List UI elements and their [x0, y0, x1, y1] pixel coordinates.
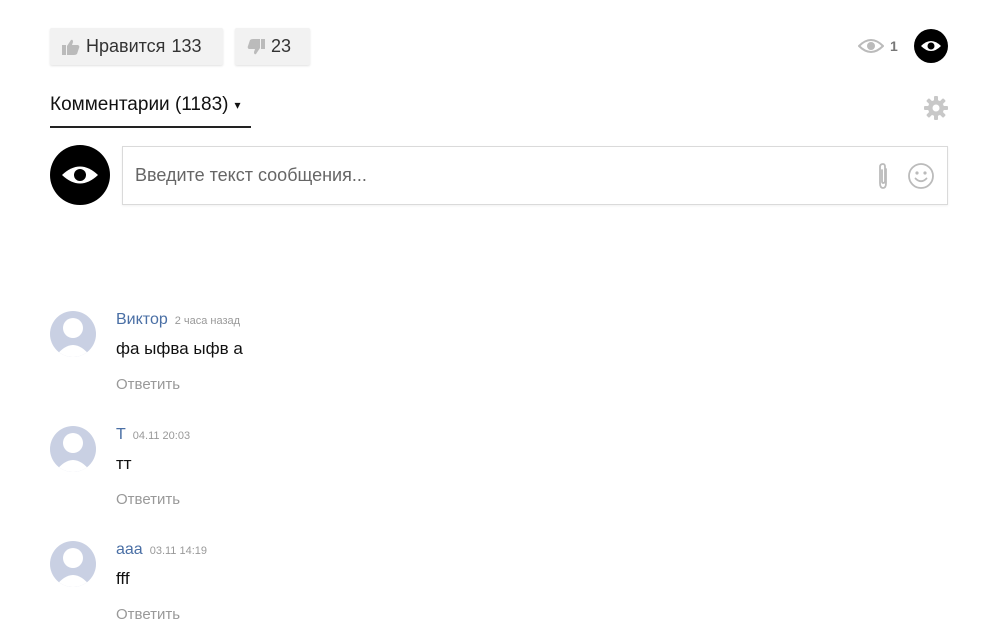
comment-item: Виктор 2 часа назад фа ыфва ыфв а Ответи… [50, 311, 930, 411]
thumbs-down-icon [247, 38, 265, 54]
comment-time: 03.11 14:19 [149, 545, 207, 557]
like-count: 133 [171, 36, 202, 56]
comment-item: Т 04.11 20:03 тт Ответить [50, 426, 930, 526]
comment-author[interactable]: Виктор [116, 311, 168, 329]
dislike-button[interactable]: 23 [235, 28, 310, 65]
comment-item: ааа 03.11 14:19 fff Ответить [50, 541, 930, 641]
current-user-avatar [50, 145, 110, 205]
user-placeholder-icon [55, 318, 91, 357]
paperclip-icon[interactable] [871, 161, 895, 191]
viewers-indicator: 1 [858, 34, 898, 58]
comment-author[interactable]: Т [116, 426, 126, 444]
avatar[interactable] [50, 311, 96, 357]
reply-button[interactable]: Ответить [116, 376, 180, 393]
comment-time: 04.11 20:03 [132, 430, 191, 442]
avatar[interactable] [50, 426, 96, 472]
thumbs-up-icon [62, 39, 80, 55]
message-input[interactable] [123, 147, 871, 204]
reply-button[interactable]: Ответить [116, 606, 180, 623]
comment-text: фа ыфва ыфв а [116, 339, 243, 358]
comments-tab-label: Комментарии (1183) [50, 94, 229, 115]
viewer-avatar[interactable] [914, 29, 948, 63]
comment-text: тт [116, 454, 132, 473]
comments-tab[interactable]: Комментарии (1183) ▾ [50, 94, 251, 128]
viewers-count: 1 [890, 38, 898, 54]
gear-icon[interactable] [923, 95, 949, 121]
comment-time: 2 часа назад [174, 315, 241, 327]
comment-author[interactable]: ааа [116, 541, 143, 559]
user-placeholder-icon [55, 548, 91, 587]
like-button[interactable]: Нравится 133 [50, 28, 223, 65]
comment-text: fff [116, 569, 130, 588]
dislike-count: 23 [271, 36, 292, 56]
avatar[interactable] [50, 541, 96, 587]
user-placeholder-icon [55, 433, 91, 472]
message-composer [122, 146, 948, 205]
reply-button[interactable]: Ответить [116, 491, 180, 508]
eye-icon [62, 166, 98, 184]
eye-icon [858, 39, 884, 53]
smile-icon[interactable] [907, 162, 935, 190]
eye-icon [921, 41, 941, 51]
chevron-down-icon: ▾ [234, 98, 241, 112]
like-label: Нравится [86, 36, 166, 56]
